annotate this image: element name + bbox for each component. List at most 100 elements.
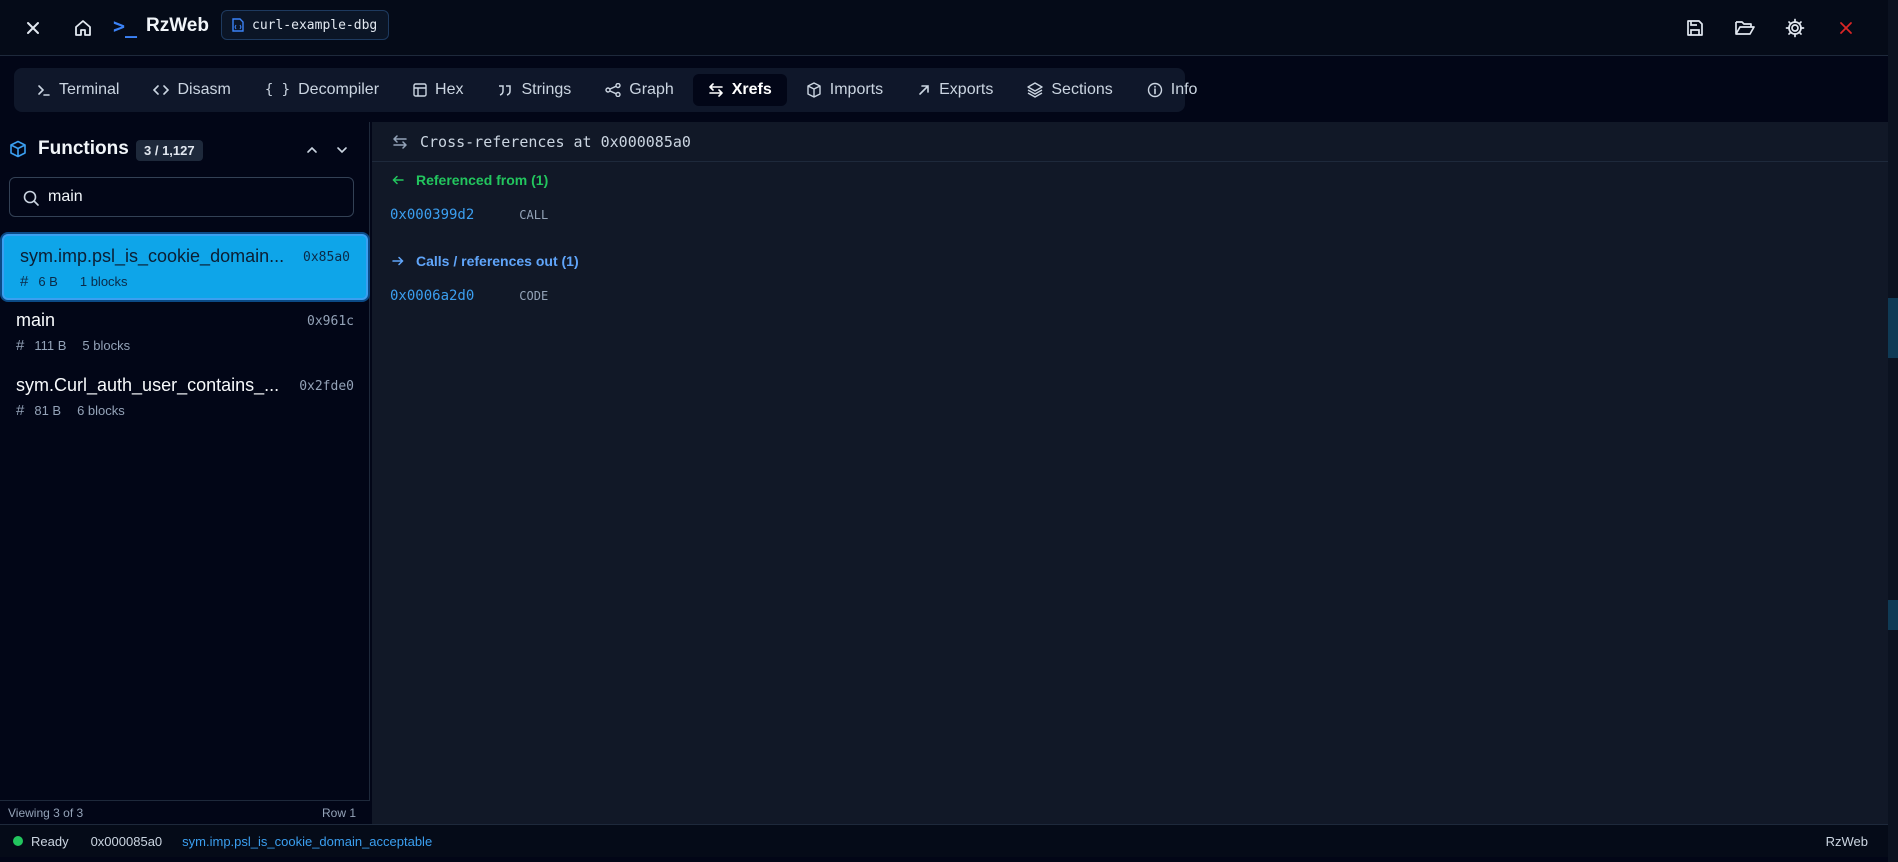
scrollbar-marker [1888, 298, 1898, 358]
function-item-selected[interactable]: sym.imp.psl_is_cookie_domain... 0x85a0 #… [2, 234, 368, 300]
status-symbol[interactable]: sym.imp.psl_is_cookie_domain_acceptable [182, 834, 432, 849]
status-bar: Ready 0x000085a0 sym.imp.psl_is_cookie_d… [0, 824, 1888, 857]
xrefs-panel: Cross-references at 0x000085a0 Reference… [372, 122, 1888, 824]
tab-hex[interactable]: Hex [398, 74, 478, 106]
xrefs-header-title: Cross-references at 0x000085a0 [420, 132, 691, 151]
functions-panel: Functions 3 / 1,127 sym.imp.psl_is_cooki… [0, 122, 370, 824]
tab-graph[interactable]: Graph [590, 74, 688, 106]
chevron-up-icon[interactable] [305, 143, 319, 157]
status-app-name: RzWeb [1825, 833, 1868, 849]
xref-row[interactable]: 0x0006a2d0 CODE [390, 288, 548, 304]
tab-label: Sections [1051, 81, 1113, 98]
functions-count-badge: 3 / 1,127 [136, 140, 203, 161]
function-size: 6 B [38, 274, 58, 289]
tab-info[interactable]: Info [1132, 74, 1213, 106]
arrows-swap-icon [393, 134, 407, 149]
file-chip[interactable]: curl-example-dbg [221, 10, 390, 40]
tab-strings[interactable]: Strings [482, 74, 586, 106]
tab-label: Terminal [59, 81, 120, 98]
search-icon [23, 190, 39, 206]
function-address: 0x85a0 [303, 250, 350, 265]
tab-label: Decompiler [298, 81, 380, 98]
functions-footer: Viewing 3 of 3 Row 1 [0, 800, 370, 824]
function-name: main [16, 310, 56, 330]
tab-sections[interactable]: Sections [1012, 74, 1127, 106]
function-item[interactable]: sym.Curl_auth_user_contains_... 0x2fde0 … [0, 365, 370, 430]
function-address: 0x961c [307, 314, 354, 329]
function-blocks: 6 blocks [77, 403, 125, 418]
file-name: curl-example-dbg [252, 17, 378, 33]
brand-name: RzWeb [146, 15, 209, 36]
arrow-right-icon [392, 256, 404, 266]
share-icon [605, 83, 621, 97]
open-folder-icon[interactable] [1729, 12, 1761, 44]
function-meta: # 6 B 1 blocks [20, 273, 350, 290]
arrow-up-right-icon [919, 85, 929, 95]
tab-label: Exports [939, 81, 994, 98]
chevron-down-icon[interactable] [335, 143, 349, 157]
home-icon[interactable] [67, 12, 99, 44]
scrollbar-marker [1888, 600, 1898, 630]
tab-disasm[interactable]: Disasm [138, 74, 245, 106]
scrollbar-strip[interactable] [1888, 0, 1898, 862]
function-name: sym.imp.psl_is_cookie_domain... [20, 246, 285, 266]
function-blocks: 5 blocks [82, 338, 131, 353]
cube-icon [10, 140, 26, 158]
tab-terminal[interactable]: Terminal [22, 74, 134, 106]
xref-row[interactable]: 0x000399d2 CALL [390, 207, 548, 223]
xref-address[interactable]: 0x000399d2 [390, 207, 474, 223]
save-icon[interactable] [1679, 12, 1711, 44]
tab-label: Imports [829, 81, 884, 98]
hash-icon: # [16, 337, 25, 354]
exit-close-icon[interactable] [1830, 12, 1862, 44]
package-icon [807, 82, 821, 98]
status-dot-icon [13, 836, 23, 846]
functions-list: sym.imp.psl_is_cookie_domain... 0x85a0 #… [0, 234, 370, 430]
arrows-swap-icon [708, 83, 723, 97]
xref-type: CALL [519, 208, 549, 222]
file-icon [232, 18, 244, 32]
brand-logo-icon: >_ [113, 14, 138, 38]
code-icon [153, 85, 170, 95]
hash-icon: # [20, 273, 29, 290]
tab-label: Info [1170, 81, 1198, 98]
function-item[interactable]: main 0x961c # 111 B 5 blocks [0, 300, 370, 365]
function-size: 81 B [34, 403, 62, 418]
references-out-title: Calls / references out (1) [392, 253, 579, 269]
functions-title: Functions [38, 138, 129, 159]
gear-icon[interactable] [1779, 12, 1811, 44]
row-indicator: Row 1 [321, 805, 356, 820]
tab-xrefs[interactable]: Xrefs [692, 74, 787, 106]
function-name: sym.Curl_auth_user_contains_... [16, 375, 280, 395]
xrefs-header: Cross-references at 0x000085a0 [372, 122, 1888, 162]
function-blocks: 1 blocks [79, 274, 128, 289]
tab-label: Xrefs [731, 81, 772, 98]
function-meta: # 81 B 6 blocks [16, 402, 354, 419]
viewing-count: Viewing 3 of 3 [8, 805, 84, 820]
tab-imports[interactable]: Imports [791, 74, 898, 106]
close-icon[interactable] [17, 12, 49, 44]
status-state: Ready [31, 833, 69, 849]
info-icon [1147, 82, 1162, 98]
tab-decompiler[interactable]: { } Decompiler [250, 74, 394, 106]
tab-label: Graph [629, 81, 674, 98]
search-input[interactable] [48, 188, 328, 206]
top-bar: >_ RzWeb curl-example-dbg [0, 0, 1888, 56]
xref-address[interactable]: 0x0006a2d0 [390, 288, 474, 304]
function-address: 0x2fde0 [299, 379, 354, 394]
function-meta: # 111 B 5 blocks [16, 337, 354, 354]
table-icon [413, 83, 427, 97]
quote-icon [499, 85, 512, 96]
layers-icon [1027, 82, 1044, 98]
tab-label: Strings [521, 81, 572, 98]
function-size: 111 B [34, 338, 67, 353]
referenced-from-title: Referenced from (1) [392, 172, 548, 188]
terminal-icon [38, 85, 50, 96]
tab-exports[interactable]: Exports [902, 74, 1008, 106]
hash-icon: # [16, 402, 25, 419]
section-label: Referenced from (1) [416, 172, 549, 188]
search-field[interactable] [9, 177, 354, 217]
functions-header: Functions 3 / 1,127 [0, 122, 370, 176]
status-address: 0x000085a0 [90, 833, 163, 849]
tab-label: Hex [435, 81, 464, 98]
